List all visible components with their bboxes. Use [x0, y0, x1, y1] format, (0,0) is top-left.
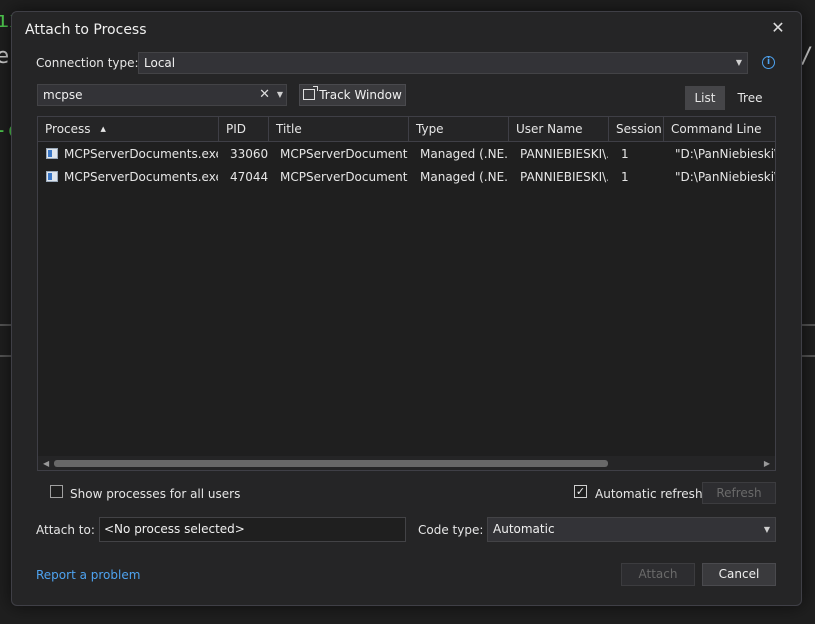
process-list[interactable]: Process ▲ PID Title Type User Name Sessio… [37, 116, 776, 471]
chevron-down-icon[interactable]: ▼ [277, 85, 283, 105]
table-row[interactable]: MCPServerDocuments.exe 47044 MCPServerDo… [38, 166, 775, 188]
command-line-cell: "D:\PanNiebieski\W [675, 147, 775, 161]
horizontal-scrollbar[interactable]: ◀ ▶ [38, 456, 775, 470]
column-header-title[interactable]: Title [269, 117, 409, 141]
title-cell: MCPServerDocuments [280, 147, 408, 161]
close-icon: ✕ [771, 18, 785, 37]
scroll-left-icon[interactable]: ◀ [43, 459, 49, 468]
list-view-tab[interactable]: List [685, 86, 725, 110]
show-all-users-checkbox[interactable] [50, 485, 63, 498]
attach-to-process-dialog: Attach to Process ✕ Connection type: Loc… [11, 11, 802, 606]
track-window-button[interactable]: Track Window [299, 84, 406, 106]
process-list-header: Process ▲ PID Title Type User Name Sessio… [38, 117, 775, 142]
session-cell: 1 [621, 170, 629, 184]
pid-cell: 47044 [230, 170, 269, 184]
code-type-select[interactable]: Automatic ▼ [487, 517, 776, 542]
attach-to-label: Attach to: [36, 523, 95, 537]
type-cell: Managed (.NE... [420, 147, 508, 161]
column-header-pid[interactable]: PID [219, 117, 269, 141]
background-divider [801, 355, 815, 357]
process-cell: MCPServerDocuments.exe [46, 166, 218, 188]
column-header-user-name[interactable]: User Name [509, 117, 609, 141]
user-name-cell: PANNIEBIESKI\... [520, 147, 608, 161]
pid-cell: 33060 [230, 147, 269, 161]
tree-view-tab[interactable]: Tree [730, 86, 770, 110]
chevron-down-icon: ▼ [763, 525, 770, 534]
track-window-icon [303, 86, 319, 100]
title-cell: MCPServerDocuments [280, 170, 408, 184]
track-window-label: Track Window [319, 88, 402, 102]
code-type-label: Code type: [418, 523, 484, 537]
chevron-down-icon: ▼ [735, 58, 742, 67]
table-row[interactable]: MCPServerDocuments.exe 33060 MCPServerDo… [38, 143, 775, 165]
column-header-command-line[interactable]: Command Line [664, 117, 775, 141]
clear-icon[interactable]: ✕ [259, 85, 270, 105]
type-cell: Managed (.NE... [420, 170, 508, 184]
column-header-session[interactable]: Session [609, 117, 664, 141]
connection-type-select[interactable]: Local ▼ [138, 52, 748, 74]
cancel-button[interactable]: Cancel [702, 563, 776, 586]
automatic-refresh-checkbox[interactable]: ✓ [574, 485, 587, 498]
code-type-value: Automatic [493, 522, 555, 536]
background-code-fragment: e [0, 44, 10, 69]
column-header-type[interactable]: Type [409, 117, 509, 141]
check-icon: ✓ [575, 485, 586, 498]
automatic-refresh-label: Automatic refresh [595, 487, 703, 501]
process-icon [46, 148, 58, 159]
scroll-right-icon[interactable]: ▶ [764, 459, 770, 468]
session-cell: 1 [621, 147, 629, 161]
process-icon [46, 171, 58, 182]
info-icon[interactable]: i [762, 56, 775, 69]
report-problem-link[interactable]: Report a problem [36, 568, 140, 582]
scrollbar-thumb[interactable] [54, 460, 608, 467]
process-cell: MCPServerDocuments.exe [46, 143, 218, 165]
process-filter-input[interactable]: mcpse ✕ ▼ [37, 84, 287, 106]
background-divider [801, 324, 815, 326]
user-name-cell: PANNIEBIESKI\... [520, 170, 608, 184]
attach-button[interactable]: Attach [621, 563, 695, 586]
close-button[interactable]: ✕ [767, 17, 789, 39]
attach-to-field[interactable]: <No process selected> [99, 517, 406, 542]
sort-ascending-icon: ▲ [100, 125, 106, 133]
command-line-cell: "D:\PanNiebieski\W [675, 170, 775, 184]
dialog-title: Attach to Process [25, 22, 147, 38]
column-header-process[interactable]: Process ▲ [38, 117, 219, 141]
connection-type-label: Connection type: [36, 56, 139, 70]
connection-type-value: Local [144, 56, 176, 70]
show-all-users-label: Show processes for all users [70, 487, 241, 501]
refresh-button[interactable]: Refresh [702, 482, 776, 504]
process-filter-value: mcpse [43, 88, 83, 102]
